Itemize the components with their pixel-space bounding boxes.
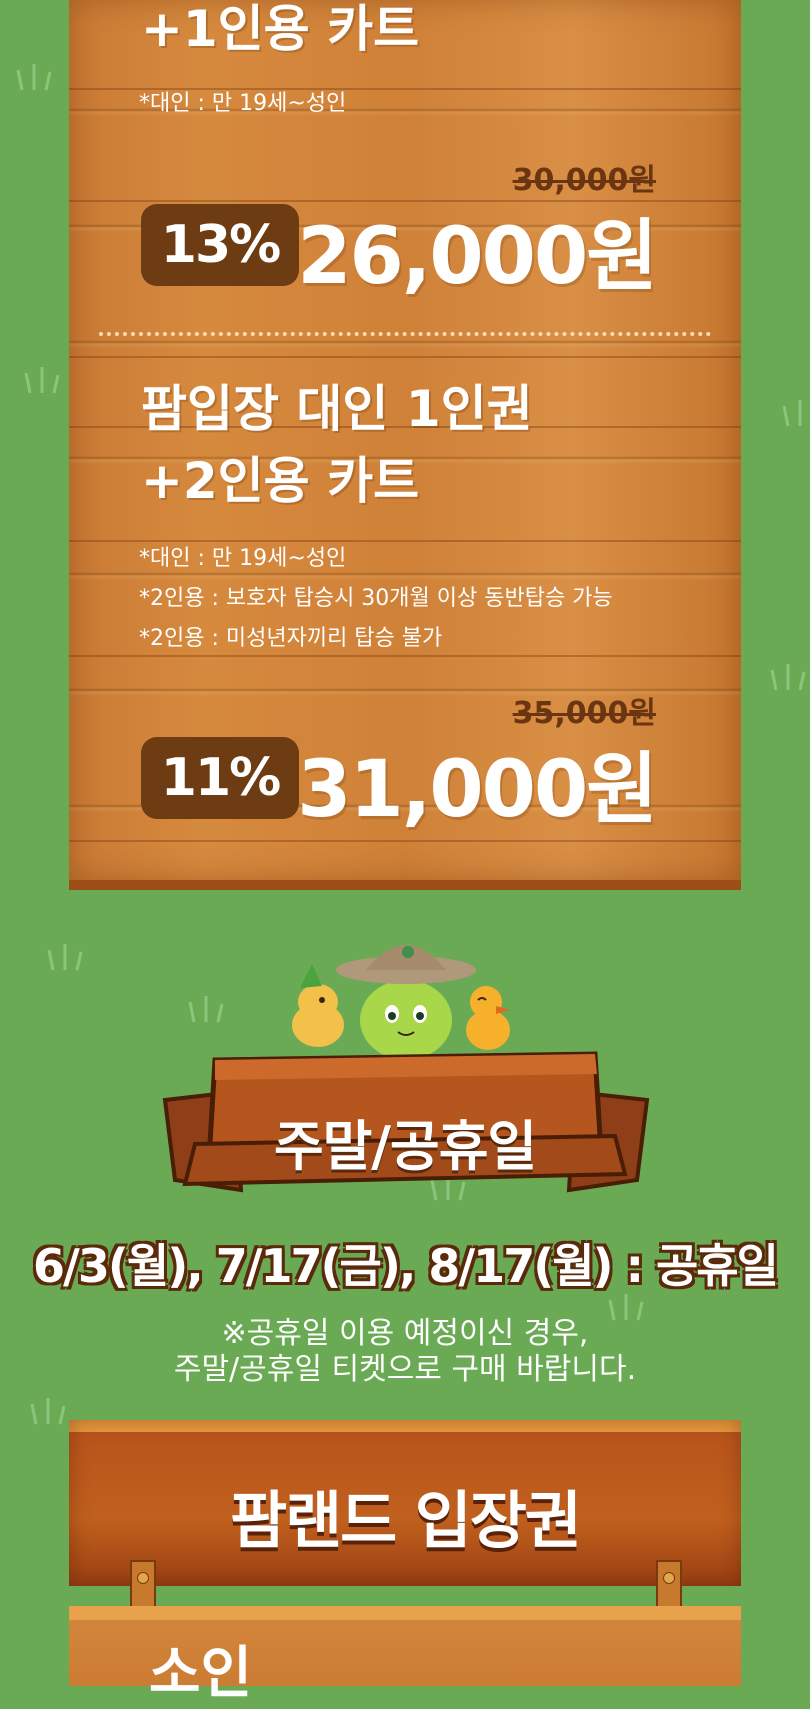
grass-icon bbox=[45, 942, 85, 972]
holiday-note: ※공휴일 이용 예정이신 경우, 주말/공휴일 티켓으로 구매 바랍니다. bbox=[0, 1316, 810, 1388]
holiday-note-line1: ※공휴일 이용 예정이신 경우, bbox=[221, 1316, 589, 1351]
ticket2-original-price: 35,000원 bbox=[512, 696, 656, 731]
child-ticket-board: 소인 bbox=[69, 1606, 741, 1706]
ticket2-price: 31,000원 bbox=[297, 745, 658, 835]
entry-ticket-sign: 팜랜드 입장권 bbox=[69, 1420, 741, 1586]
grass-icon bbox=[780, 398, 810, 428]
weekend-sign: 주말/공휴일 bbox=[155, 1040, 655, 1220]
weekend-title: 주말/공휴일 bbox=[273, 1115, 537, 1178]
holiday-note-line2: 주말/공휴일 티켓으로 구매 바랍니다. bbox=[173, 1352, 637, 1387]
grass-icon bbox=[186, 994, 226, 1024]
ticket2-title-line1: 팜입장 대인 1인권 bbox=[141, 380, 533, 438]
ticket1-original-price: 30,000원 bbox=[512, 163, 656, 198]
holiday-dates: 6/3(월), 7/17(금), 8/17(월) : 공휴일 bbox=[32, 1238, 780, 1294]
grass-icon bbox=[768, 662, 808, 692]
ticket2-note: *2인용 : 보호자 탑승시 30개월 이상 동반탑승 가능 bbox=[139, 586, 613, 611]
entry-ticket-title: 팜랜드 입장권 bbox=[230, 1484, 582, 1557]
grass-icon bbox=[28, 1396, 68, 1426]
ticket-board: +1인용 카트 *대인 : 만 19세~성인 30,000원 13% 26,00… bbox=[69, 0, 741, 890]
child-ticket-title: 소인 bbox=[149, 1641, 253, 1706]
ticket1-title: +1인용 카트 bbox=[141, 0, 420, 58]
ticket2-title-line2: +2인용 카트 bbox=[141, 452, 420, 510]
ticket2-note: *대인 : 만 19세~성인 bbox=[139, 546, 347, 571]
ticket1-note: *대인 : 만 19세~성인 bbox=[139, 91, 347, 116]
grass-icon bbox=[22, 365, 62, 395]
ticket1-discount-badge: 13% bbox=[141, 204, 299, 286]
ticket2-note: *2인용 : 미성년자끼리 탑승 불가 bbox=[139, 626, 443, 651]
ticket1-price: 26,000원 bbox=[297, 212, 658, 302]
ticket-divider bbox=[99, 332, 711, 336]
ticket2-discount-badge: 11% bbox=[141, 737, 299, 819]
grass-icon bbox=[14, 62, 54, 92]
